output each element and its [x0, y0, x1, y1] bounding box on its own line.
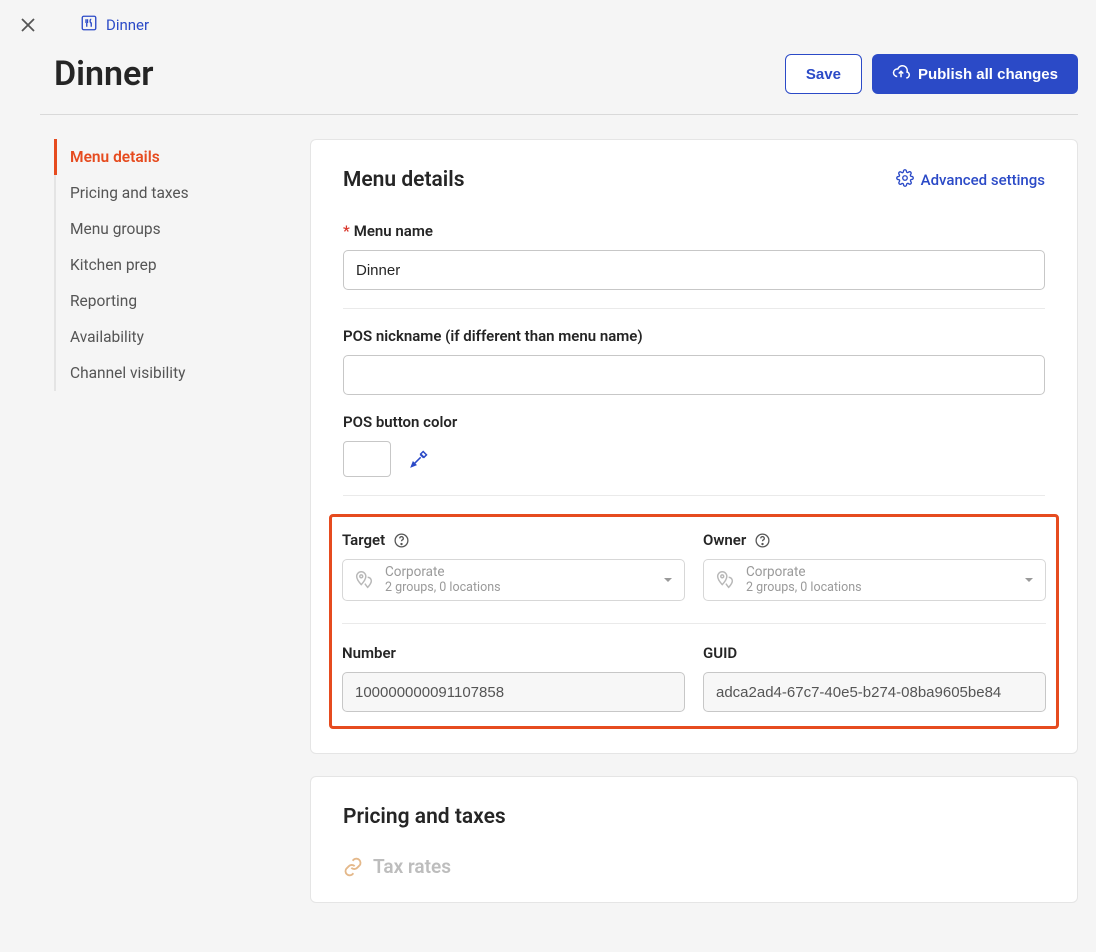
breadcrumb-label: Dinner — [106, 16, 149, 34]
sidebar-item-kitchen-prep[interactable]: Kitchen prep — [54, 247, 310, 283]
location-icon — [714, 569, 736, 591]
sidebar-item-reporting[interactable]: Reporting — [54, 283, 310, 319]
pricing-title: Pricing and taxes — [343, 805, 1045, 829]
color-swatch[interactable] — [343, 441, 391, 477]
pos-color-label: POS button color — [343, 413, 1045, 431]
save-button[interactable]: Save — [785, 54, 862, 94]
pos-nickname-input[interactable] — [343, 355, 1045, 395]
gear-icon — [896, 169, 914, 191]
publish-button[interactable]: Publish all changes — [872, 54, 1078, 94]
pricing-card: Pricing and taxes Tax rates — [310, 776, 1078, 903]
target-select[interactable]: Corporate 2 groups, 0 locations — [342, 559, 685, 601]
eyedropper-icon[interactable] — [409, 449, 429, 469]
target-owner-section: Target Corporate — [329, 514, 1059, 729]
sidebar: Menu details Pricing and taxes Menu grou… — [40, 139, 310, 937]
sidebar-item-availability[interactable]: Availability — [54, 319, 310, 355]
guid-input — [703, 672, 1046, 712]
location-icon — [353, 569, 375, 591]
sidebar-item-menu-groups[interactable]: Menu groups — [54, 211, 310, 247]
link-icon — [343, 857, 363, 877]
help-icon[interactable] — [393, 532, 410, 549]
page-title: Dinner — [54, 54, 154, 94]
advanced-settings-link[interactable]: Advanced settings — [896, 169, 1045, 191]
cloud-upload-icon — [892, 63, 910, 85]
target-label: Target — [342, 531, 385, 549]
number-input — [342, 672, 685, 712]
sidebar-item-menu-details[interactable]: Menu details — [54, 139, 310, 175]
menu-details-card: Menu details Advanced settings *Menu nam… — [310, 139, 1078, 754]
chevron-down-icon — [662, 571, 674, 590]
chevron-down-icon — [1023, 571, 1035, 590]
pos-nickname-label: POS nickname (if different than menu nam… — [343, 327, 1045, 345]
menu-icon — [80, 14, 98, 36]
menu-name-input[interactable] — [343, 250, 1045, 290]
guid-label: GUID — [703, 644, 1046, 662]
owner-label: Owner — [703, 531, 746, 549]
card-title: Menu details — [343, 168, 465, 192]
sidebar-item-channel-visibility[interactable]: Channel visibility — [54, 355, 310, 391]
menu-name-label: *Menu name — [343, 222, 1045, 240]
close-icon[interactable] — [18, 15, 38, 35]
tax-rates-row[interactable]: Tax rates — [343, 855, 1045, 878]
number-label: Number — [342, 644, 685, 662]
owner-select[interactable]: Corporate 2 groups, 0 locations — [703, 559, 1046, 601]
breadcrumb[interactable]: Dinner — [80, 14, 149, 36]
sidebar-item-pricing[interactable]: Pricing and taxes — [54, 175, 310, 211]
help-icon[interactable] — [754, 532, 771, 549]
